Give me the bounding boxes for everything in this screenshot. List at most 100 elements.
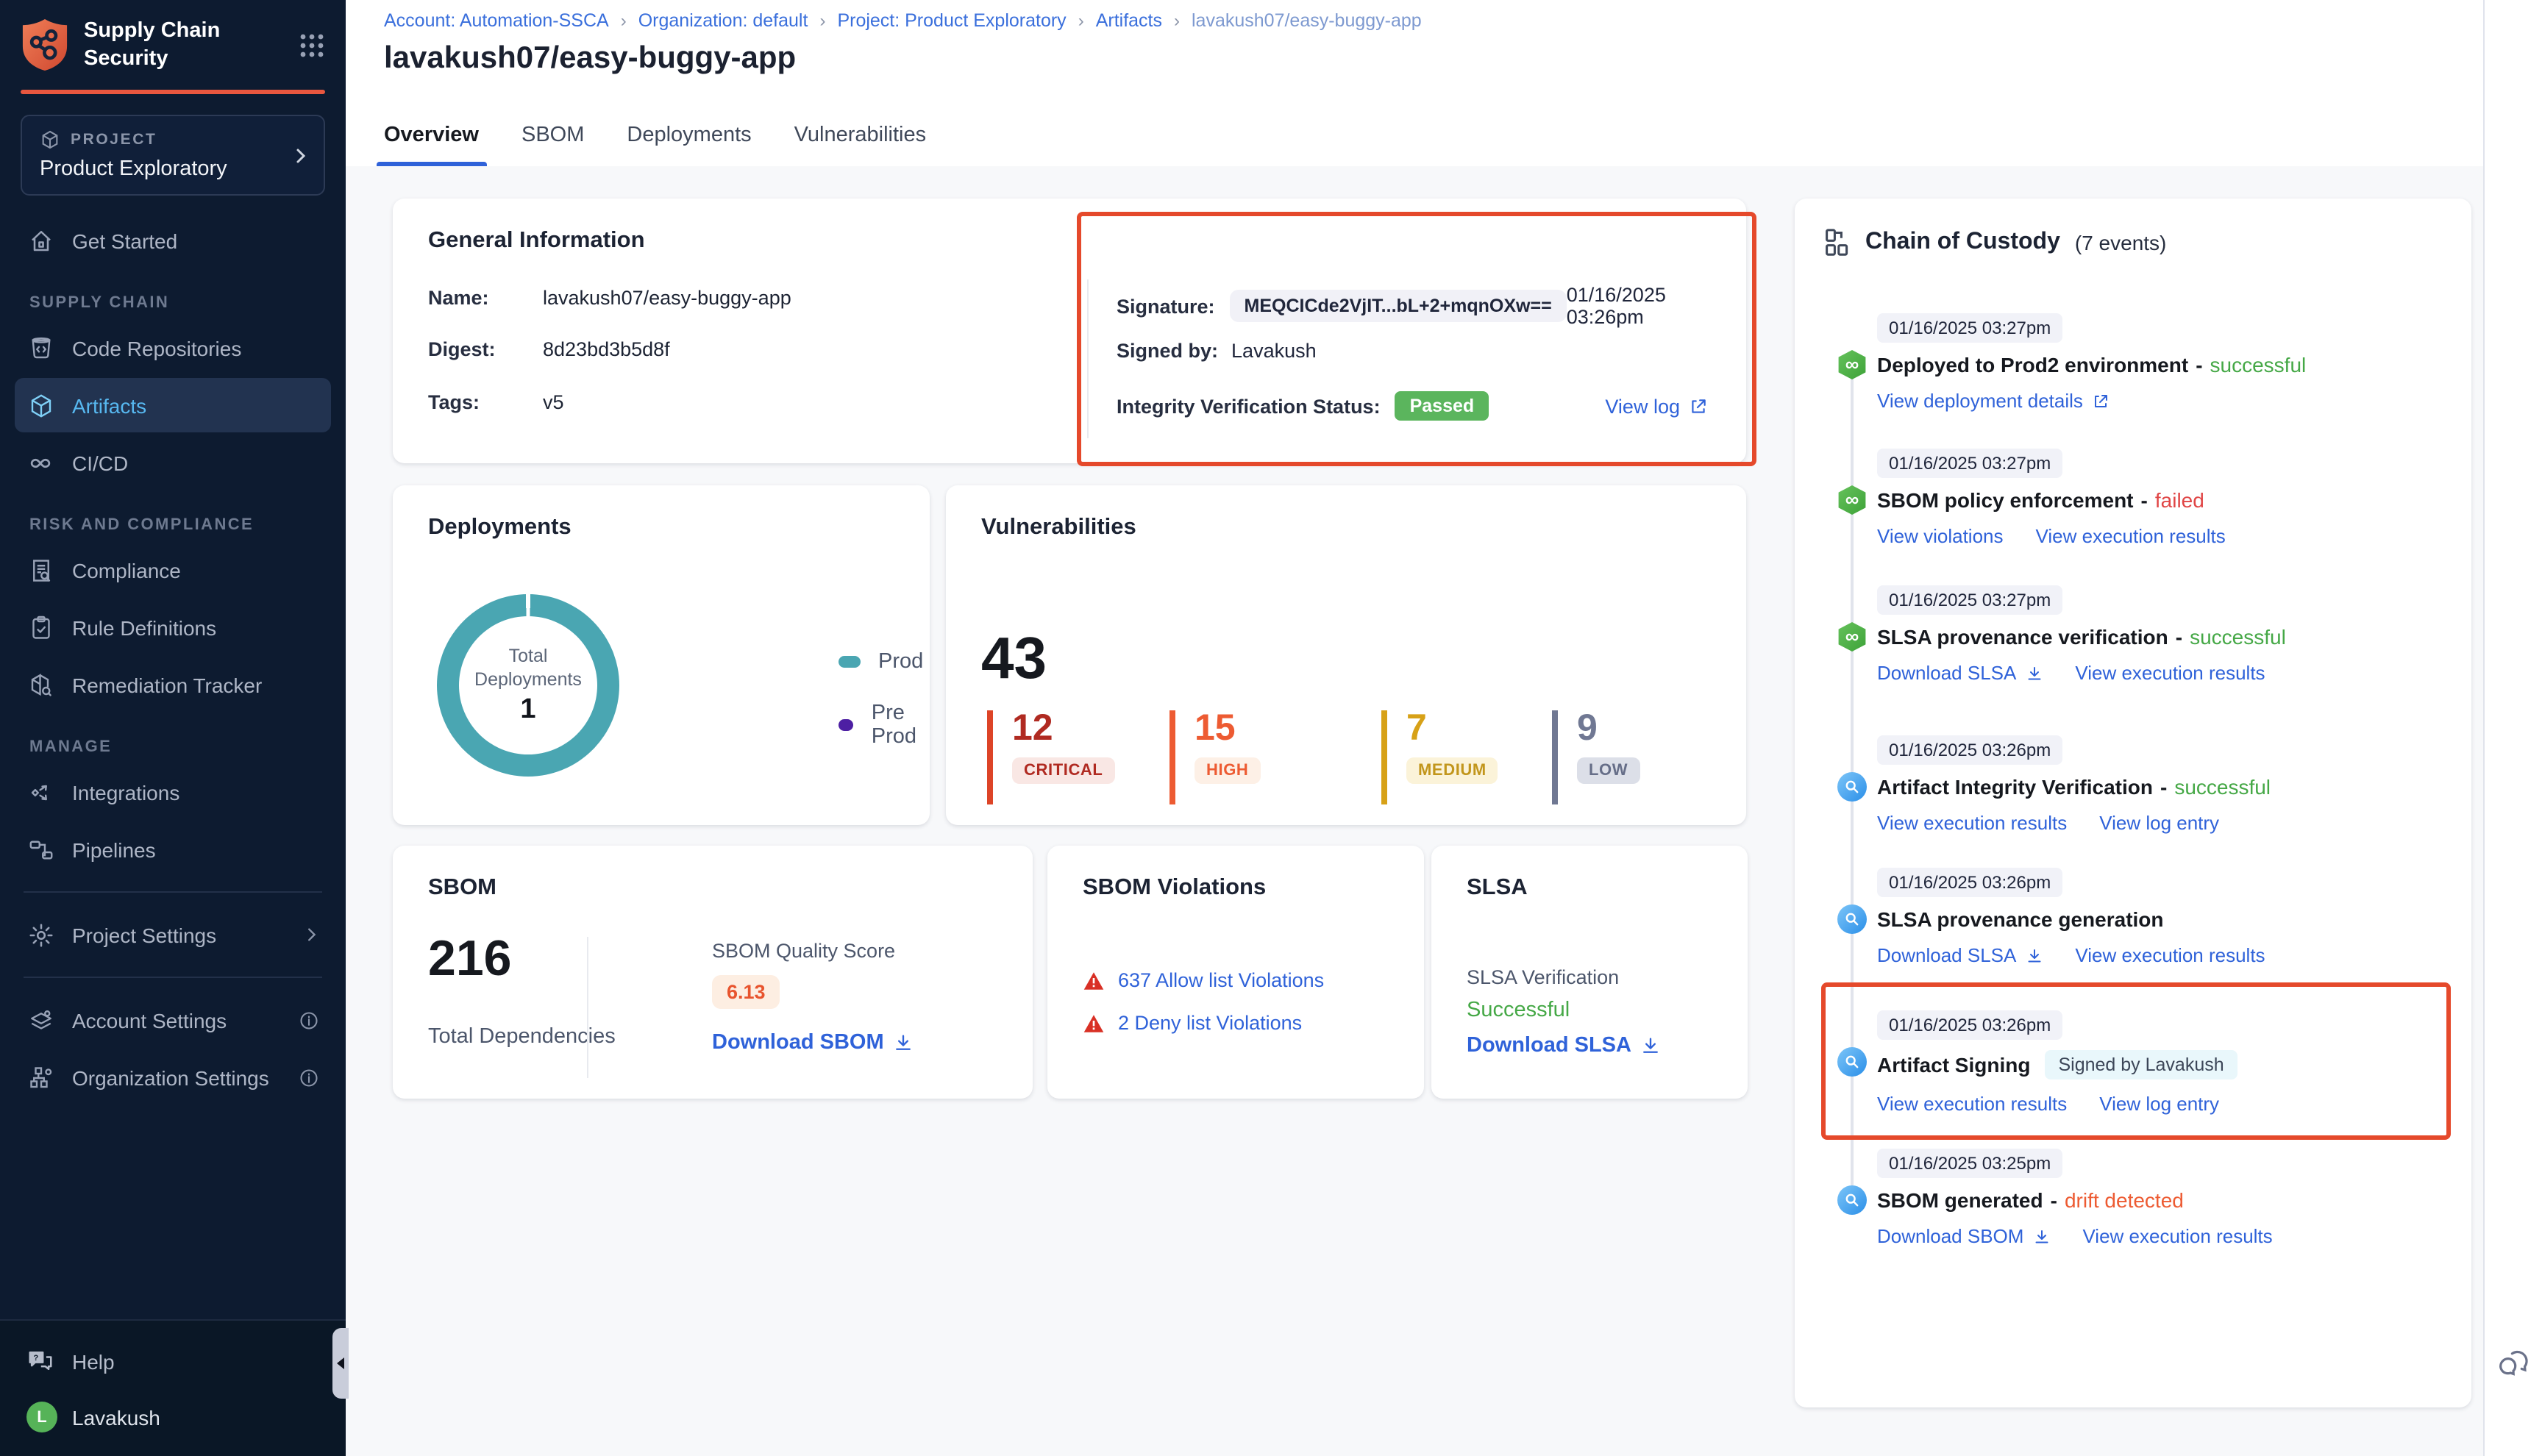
right-gutter	[2483, 0, 2542, 1456]
sidebar-footer: ? Help L Lavakush	[0, 1319, 346, 1456]
sidebar-header: Supply Chain Security	[0, 0, 346, 87]
event-timestamp: 01/16/2025 03:25pm	[1877, 1149, 2062, 1178]
signature-value: MEQCICde2VjIT...bL+2+mqnOXw==	[1230, 290, 1567, 322]
breadcrumb-separator: ›	[1078, 10, 1084, 31]
download-slsa-link[interactable]: Download SLSA	[1877, 662, 2043, 684]
org-hierarchy-gear-icon	[26, 1063, 54, 1091]
download-slsa-link[interactable]: Download SLSA	[1877, 944, 2043, 966]
breadcrumb-account[interactable]: Account: Automation-SSCA	[384, 10, 609, 31]
compliance-document-icon	[26, 556, 54, 584]
layers-gear-icon	[26, 1006, 54, 1034]
sbom-card: SBOM 216 Total Dependencies SBOM Quality…	[393, 846, 1033, 1099]
view-execution-results-link[interactable]: View execution results	[2075, 662, 2265, 684]
digest-value: 8d23bd3b5d8f	[543, 338, 670, 360]
sidebar-item-cicd[interactable]: CI/CD	[15, 435, 331, 490]
sidebar-nav: Get Started SUPPLY CHAIN Code Repositori…	[0, 201, 346, 1319]
sidebar-item-remediation-tracker[interactable]: Remediation Tracker	[15, 657, 331, 712]
view-execution-results-link[interactable]: View execution results	[2082, 1225, 2272, 1247]
apps-grid-icon[interactable]	[299, 32, 325, 58]
breadcrumb-organization[interactable]: Organization: default	[638, 10, 808, 31]
svg-text:?: ?	[34, 1354, 39, 1363]
event-timestamp: 01/16/2025 03:27pm	[1877, 585, 2062, 615]
download-sbom-link[interactable]: Download SBOM	[712, 1031, 914, 1054]
sidebar-item-project-settings[interactable]: Project Settings	[15, 907, 331, 962]
info-icon[interactable]	[299, 1010, 319, 1030]
view-violations-link[interactable]: View violations	[1877, 525, 2004, 547]
scan-event-icon	[1837, 904, 1867, 934]
view-log-entry-link[interactable]: View log entry	[2099, 1093, 2219, 1115]
sidebar-item-pipelines[interactable]: Pipelines	[15, 822, 331, 877]
tags-row: Tags: v5	[428, 391, 1011, 413]
download-sbom-link[interactable]: Download SBOM	[1877, 1225, 2050, 1247]
signature-row: Signature: MEQCICde2VjIT...bL+2+mqnOXw==…	[1117, 284, 1708, 328]
chevron-right-icon	[291, 146, 309, 164]
sidebar-item-account-settings[interactable]: Account Settings	[15, 993, 331, 1047]
info-icon[interactable]	[299, 1067, 319, 1088]
prod-swatch	[839, 656, 861, 668]
tags-value: v5	[543, 391, 564, 413]
preprod-swatch	[839, 719, 854, 731]
chain-of-custody-card: Chain of Custody (7 events) ∞ 01/16/2025…	[1795, 199, 2471, 1407]
divider	[1087, 279, 1089, 438]
sbom-quality-score: 6.13	[712, 975, 780, 1009]
chain-of-custody-icon	[1824, 228, 1851, 257]
deny-list-violations-link[interactable]: 2 Deny list Violations	[1118, 1012, 1302, 1034]
sidebar-item-code-repositories[interactable]: Code Repositories	[15, 321, 331, 375]
sidebar-item-integrations[interactable]: Integrations	[15, 765, 331, 819]
sidebar-collapse-handle[interactable]	[332, 1328, 349, 1399]
breadcrumb-project[interactable]: Project: Product Exploratory	[837, 10, 1066, 31]
sidebar-item-rule-definitions[interactable]: Rule Definitions	[15, 600, 331, 654]
sidebar-item-compliance[interactable]: Compliance	[15, 543, 331, 597]
card-title: SBOM Violations	[1083, 875, 1266, 902]
sidebar-section-manage: MANAGE	[29, 738, 331, 756]
sidebar-item-organization-settings[interactable]: Organization Settings	[15, 1050, 331, 1105]
help-button[interactable]: ? Help	[21, 1335, 325, 1387]
tab-sbom[interactable]: SBOM	[521, 103, 584, 166]
view-execution-results-link[interactable]: View execution results	[1877, 1093, 2067, 1115]
accent-divider	[21, 90, 325, 94]
main-area: Account: Automation-SSCA › Organization:…	[346, 0, 2483, 1456]
vulnerabilities-total: 43	[981, 627, 1047, 693]
sidebar-section-risk-compliance: RISK AND COMPLIANCE	[29, 516, 331, 534]
slsa-card: SLSA SLSA Verification Successful Downlo…	[1431, 846, 1748, 1099]
event-artifact-signing: 01/16/2025 03:26pm Artifact Signing Sign…	[1877, 1010, 2448, 1115]
support-chat-icon[interactable]	[2496, 1346, 2533, 1382]
deployments-card: Deployments Total Deployments 1 Prod 1 P…	[393, 485, 930, 825]
sidebar-item-artifacts[interactable]: Artifacts	[15, 378, 331, 432]
artifact-name-value: lavakush07/easy-buggy-app	[543, 287, 791, 309]
event-status: successful	[2210, 353, 2307, 377]
event-timestamp: 01/16/2025 03:27pm	[1877, 313, 2062, 343]
breadcrumb-artifacts[interactable]: Artifacts	[1096, 10, 1162, 31]
event-timestamp: 01/16/2025 03:26pm	[1877, 1010, 2062, 1040]
project-selector[interactable]: PROJECT Product Exploratory	[21, 115, 325, 196]
download-icon	[1640, 1035, 1661, 1056]
sidebar-item-get-started[interactable]: Get Started	[15, 213, 331, 268]
view-log-entry-link[interactable]: View log entry	[2099, 812, 2219, 834]
view-log-link[interactable]: View log	[1605, 395, 1708, 417]
event-artifact-integrity-verification: 01/16/2025 03:26pm Artifact Integrity Ve…	[1877, 735, 2448, 834]
view-execution-results-link[interactable]: View execution results	[1877, 812, 2067, 834]
home-icon	[26, 226, 54, 254]
tab-deployments[interactable]: Deployments	[627, 103, 751, 166]
user-menu[interactable]: L Lavakush	[21, 1387, 325, 1435]
allow-list-violations-link[interactable]: 637 Allow list Violations	[1118, 969, 1324, 991]
view-deployment-details-link[interactable]: View deployment details	[1877, 390, 2110, 412]
project-cube-icon	[40, 129, 60, 150]
event-timestamp: 01/16/2025 03:26pm	[1877, 735, 2062, 765]
card-title: Vulnerabilities	[981, 515, 1136, 541]
breadcrumb-separator: ›	[1174, 10, 1180, 31]
warning-triangle-icon	[1083, 1013, 1105, 1033]
view-execution-results-link[interactable]: View execution results	[2036, 525, 2226, 547]
sbom-total-dependencies: 216	[428, 931, 511, 988]
download-slsa-link[interactable]: Download SLSA	[1467, 1034, 1661, 1057]
scan-event-icon	[1837, 772, 1867, 802]
tab-vulnerabilities[interactable]: Vulnerabilities	[794, 103, 926, 166]
tab-overview[interactable]: Overview	[384, 103, 479, 166]
scan-event-icon	[1837, 1185, 1867, 1215]
pipeline-event-icon: ∞	[1837, 622, 1867, 652]
allow-list-violations-row: 637 Allow list Violations	[1083, 969, 1324, 991]
project-name: Product Exploratory	[40, 157, 306, 181]
breadcrumb-separator: ›	[819, 10, 825, 31]
view-execution-results-link[interactable]: View execution results	[2075, 944, 2265, 966]
scan-event-icon	[1837, 1047, 1867, 1077]
